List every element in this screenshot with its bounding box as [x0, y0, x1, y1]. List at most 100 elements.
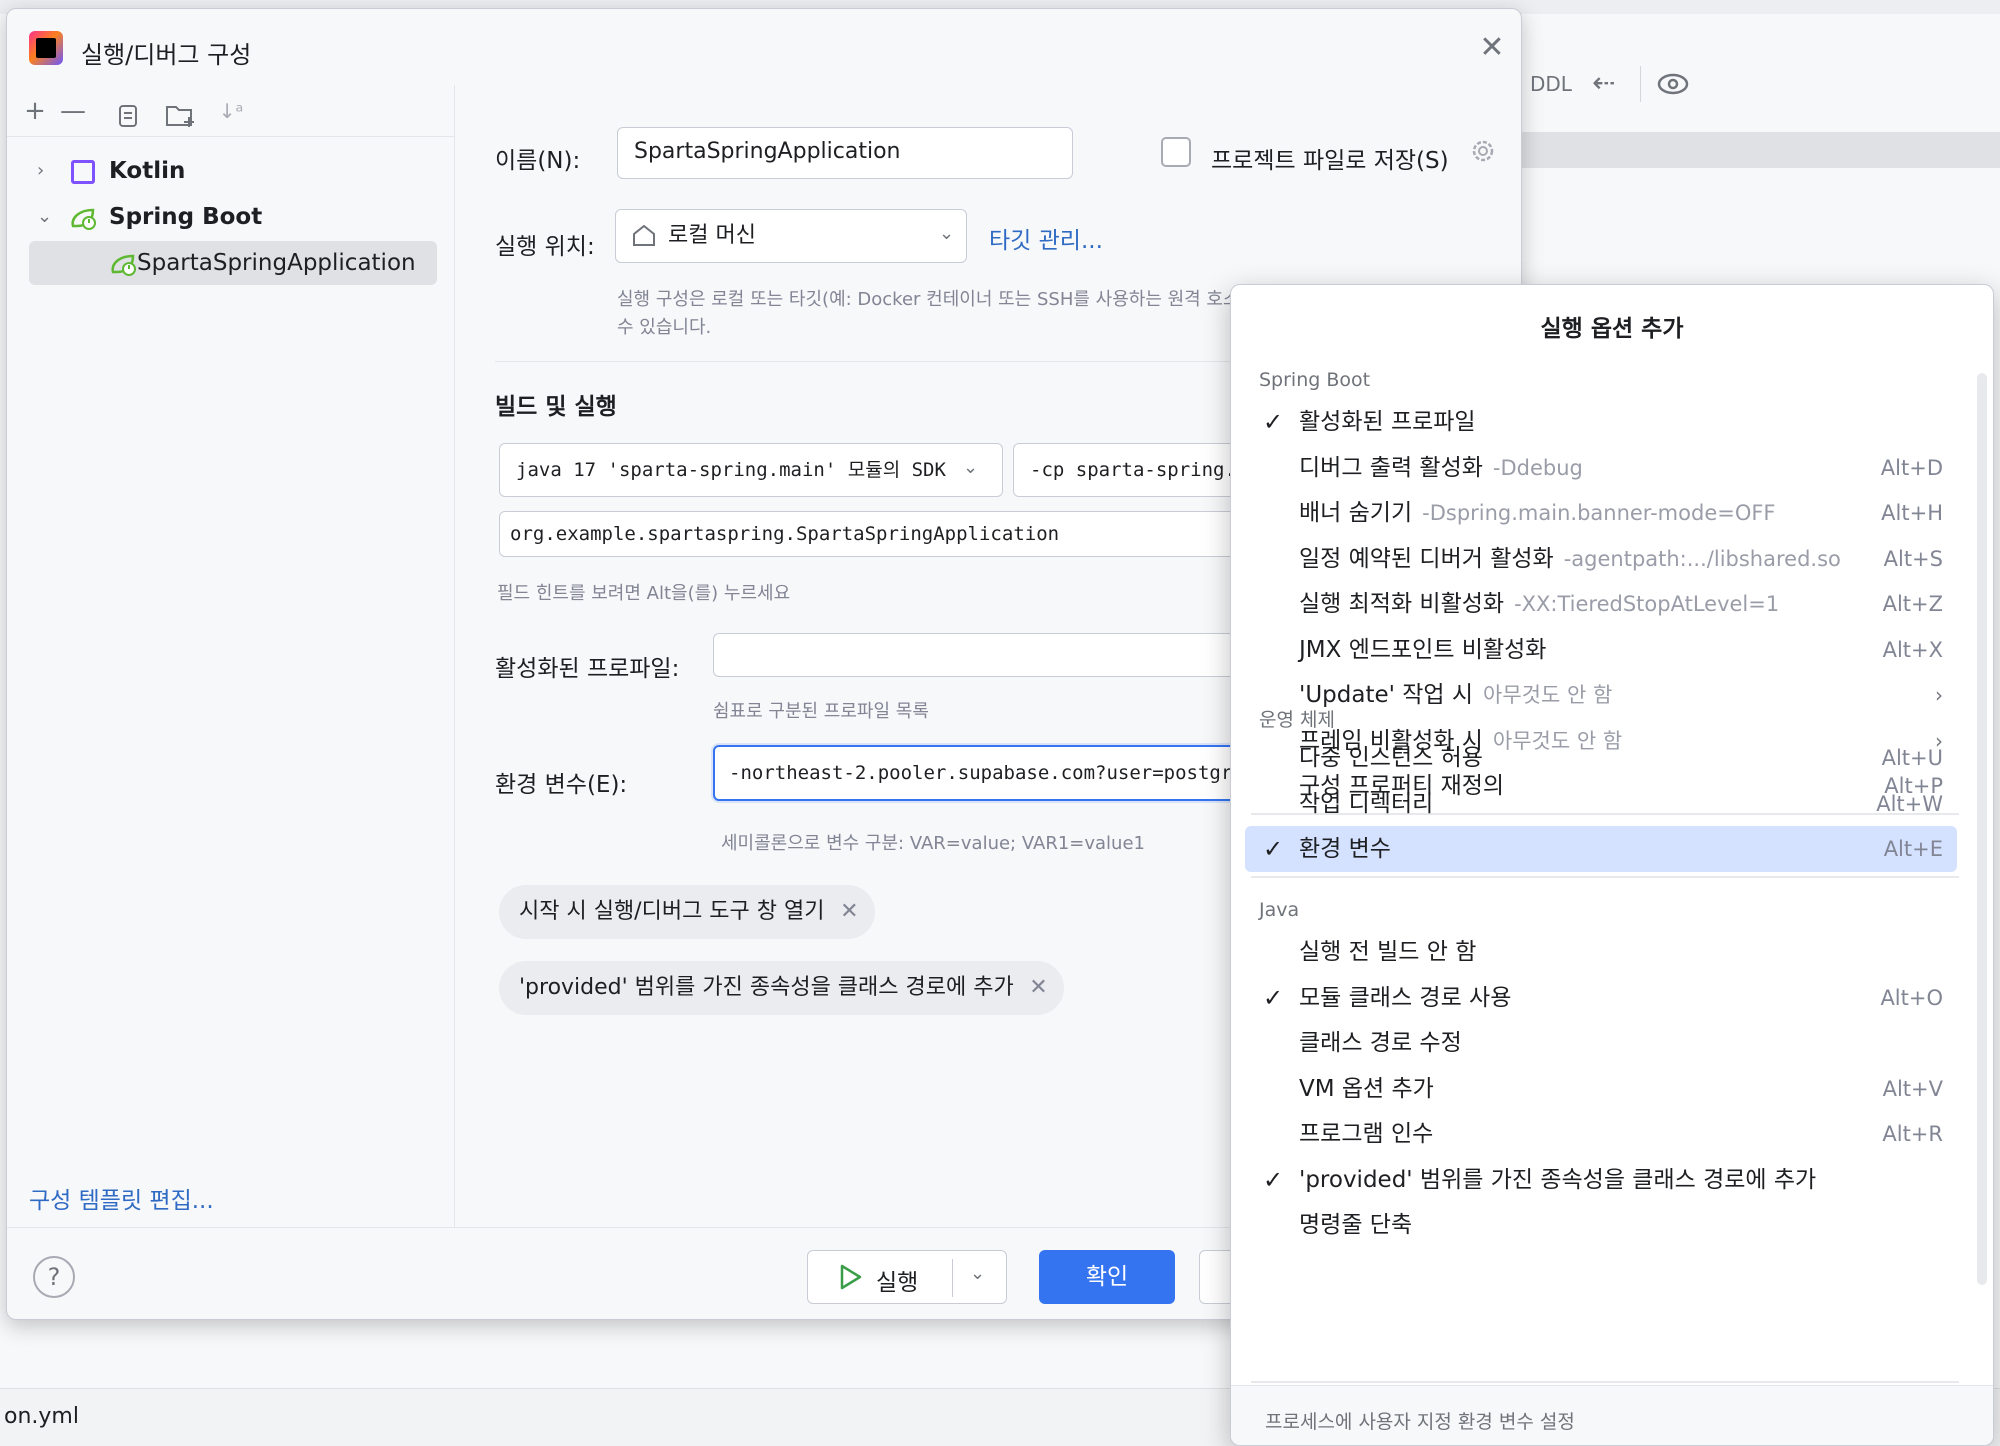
chip-open-tool-window: 시작 시 실행/디버그 도구 창 열기 ✕ — [499, 885, 875, 939]
popup-option-label: 클래스 경로 수정 — [1299, 1030, 1462, 1056]
chip-provided-scope: 'provided' 범위를 가진 종속성을 클래스 경로에 추가 ✕ — [499, 961, 1064, 1015]
name-input[interactable]: SpartaSpringApplication — [617, 127, 1073, 179]
close-icon[interactable]: ✕ — [1477, 33, 1507, 63]
close-icon[interactable]: ✕ — [840, 885, 858, 939]
new-folder-icon[interactable] — [165, 101, 197, 129]
popup-title: 실행 옵션 추가 — [1540, 316, 1684, 342]
chevron-right-icon: › — [1935, 683, 1943, 707]
popup-option-description: -XX:TieredStopAtLevel=1 — [1514, 592, 1780, 616]
config-tree-panel: + — ↓ᵃ › Kotlin ⌄ Spring Boot SpartaSpri… — [7, 85, 455, 1227]
ddl-button[interactable]: DDL — [1530, 72, 1572, 96]
env-vars-label: 환경 변수(E): — [495, 772, 628, 798]
checkmark-icon: ✓ — [1263, 983, 1284, 1012]
gear-icon[interactable] — [1469, 137, 1497, 165]
popup-option-name: 실행 최적화 비활성화 -XX:TieredStopAtLevel=1 — [1299, 581, 1779, 627]
run-button-label: 실행 — [876, 1270, 919, 1296]
run-button[interactable]: 실행 ⌄ — [807, 1250, 1007, 1304]
popup-option[interactable]: 클래스 경로 수정 — [1245, 1020, 1957, 1066]
kotlin-icon — [71, 160, 95, 184]
popup-option[interactable]: 명령줄 단축 — [1245, 1202, 1957, 1248]
popup-option-shortcut: Alt+V — [1882, 1076, 1943, 1101]
popup-option-name: JMX 엔드포인트 비활성화 — [1299, 627, 1546, 673]
tree-item-spring-boot[interactable]: ⌄ Spring Boot — [29, 195, 437, 239]
tree-item-sparta-spring-application[interactable]: SpartaSpringApplication — [29, 241, 437, 285]
popup-option[interactable]: 실행 전 빌드 안 함 — [1245, 929, 1957, 975]
popup-option-description: -agentpath:.../libshared.so — [1563, 546, 1841, 571]
popup-option-name: 배너 숨기기 -Dspring.main.banner-mode=OFF — [1299, 490, 1776, 536]
popup-option[interactable]: 다중 인스턴스 허용 Alt+U — [1245, 735, 1957, 781]
chevron-down-icon[interactable]: ⌄ — [939, 223, 954, 244]
popup-option[interactable]: ✓ 모듈 클래스 경로 사용 Alt+O — [1245, 975, 1957, 1021]
tree-item-kotlin[interactable]: › Kotlin — [29, 149, 437, 193]
popup-group-header: Spring Boot — [1259, 369, 1371, 391]
status-file-name[interactable]: on.yml — [4, 1404, 79, 1429]
eye-icon[interactable] — [1656, 70, 1690, 98]
chevron-down-icon[interactable]: ⌄ — [963, 457, 978, 478]
save-project-file-label: 프로젝트 파일로 저장(S) — [1211, 148, 1449, 174]
tree-item-label: Kotlin — [109, 158, 186, 184]
sort-icon[interactable]: ↓ᵃ — [215, 95, 247, 127]
popup-option-shortcut: Alt+R — [1882, 1122, 1943, 1146]
add-run-options-popup: 실행 옵션 추가 Spring Boot ✓ 활성화된 프로파일 디버그 출력 활성화… — [1230, 284, 1994, 1446]
ok-button[interactable]: 확인 — [1039, 1250, 1175, 1304]
popup-option-shortcut: Alt+Z — [1882, 592, 1943, 616]
popup-option-label: 환경 변수 — [1299, 836, 1391, 862]
popup-option[interactable]: 'Update' 작업 시 아무것도 안 함 › — [1245, 672, 1957, 718]
popup-option[interactable]: 실행 최적화 비활성화 -XX:TieredStopAtLevel=1 Alt+Z — [1245, 581, 1957, 627]
popup-option-name: 프로그램 인수 — [1299, 1111, 1433, 1157]
popup-option-description: -Dspring.main.banner-mode=OFF — [1422, 501, 1776, 525]
sdk-select[interactable]: java 17 'sparta-spring.main' 모듈의 SDK — [499, 443, 1003, 497]
popup-option[interactable]: VM 옵션 추가 Alt+V — [1245, 1066, 1957, 1112]
spring-boot-icon — [71, 208, 96, 230]
edit-templates-link[interactable]: 구성 템플릿 편집... — [29, 1181, 214, 1215]
popup-option-label: 다중 인스턴스 허용 — [1299, 745, 1483, 771]
ide-editor-row — [1522, 132, 2000, 168]
checkmark-icon: ✓ — [1263, 835, 1284, 863]
popup-option[interactable]: ✓ 환경 변수 Alt+E — [1245, 826, 1957, 872]
popup-option-name: 클래스 경로 수정 — [1299, 1020, 1462, 1066]
popup-option[interactable]: ✓ 활성화된 프로파일 — [1245, 399, 1957, 445]
popup-option[interactable]: JMX 엔드포인트 비활성화 Alt+X — [1245, 627, 1957, 673]
manage-targets-link[interactable]: 타깃 관리... — [989, 221, 1103, 255]
chevron-right-icon[interactable]: › — [37, 149, 44, 193]
save-project-file-checkbox[interactable] — [1161, 137, 1191, 167]
dialog-title: 실행/디버그 구성 — [81, 41, 252, 69]
run-on-select[interactable]: 로컬 머신 — [615, 209, 967, 263]
checkmark-icon: ✓ — [1263, 408, 1284, 436]
popup-option-label: 배너 숨기기 — [1299, 500, 1413, 526]
chevron-down-icon[interactable]: ⌄ — [970, 1263, 985, 1284]
run-on-hint-line2: 수 있습니다. — [617, 317, 712, 338]
popup-scrollbar[interactable] — [1977, 373, 1987, 1285]
remove-icon[interactable]: — — [57, 95, 89, 127]
popup-option-name: 일정 예약된 디버거 활성화 -agentpath:.../libshared.s… — [1299, 536, 1841, 582]
popup-option-label: 일정 예약된 디버거 활성화 — [1299, 545, 1554, 572]
chevron-down-icon[interactable]: ⌄ — [37, 195, 52, 239]
popup-option[interactable]: ✓ 'provided' 범위를 가진 종속성을 클래스 경로에 추가 — [1245, 1157, 1957, 1203]
popup-option-name: 실행 전 빌드 안 함 — [1299, 929, 1476, 975]
popup-option[interactable]: 디버그 출력 활성화 -Ddebug Alt+D — [1245, 445, 1957, 491]
env-vars-hint: 세미콜론으로 변수 구분: VAR=value; VAR1=value1 — [721, 833, 1145, 854]
popup-option[interactable]: 프로그램 인수 Alt+R — [1245, 1111, 1957, 1157]
popup-option-shortcut: Alt+E — [1883, 837, 1943, 861]
popup-option-label: 작업 디렉터리 — [1299, 790, 1434, 817]
popup-option-name: 'provided' 범위를 가진 종속성을 클래스 경로에 추가 — [1299, 1157, 1816, 1203]
popup-option-name: 'Update' 작업 시 아무것도 안 함 — [1299, 672, 1612, 718]
close-icon[interactable]: ✕ — [1029, 961, 1047, 1015]
popup-option[interactable]: 배너 숨기기 -Dspring.main.banner-mode=OFF Alt+H — [1245, 490, 1957, 536]
build-run-title: 빌드 및 실행 — [495, 394, 617, 420]
tree-toolbar: + — ↓ᵃ — [7, 85, 455, 137]
help-button[interactable]: ? — [33, 1256, 75, 1298]
popup-option-name: 명령줄 단축 — [1299, 1202, 1412, 1248]
popup-option-name: 디버그 출력 활성화 -Ddebug — [1299, 445, 1583, 491]
popup-group-header: Java — [1259, 899, 1300, 921]
compare-icon[interactable]: ⇠ — [1592, 66, 1615, 99]
home-icon — [633, 224, 655, 246]
popup-option-label: 명령줄 단축 — [1299, 1212, 1413, 1238]
copy-icon[interactable] — [117, 103, 141, 129]
popup-option[interactable]: 일정 예약된 디버거 활성화 -agentpath:.../libshared.s… — [1245, 536, 1957, 582]
popup-option-name: 활성화된 프로파일 — [1299, 399, 1476, 445]
popup-group-divider — [1251, 1381, 1959, 1383]
field-hint: 필드 힌트를 보려면 Alt을(를) 누르세요 — [497, 583, 791, 604]
popup-option[interactable]: 작업 디렉터리 Alt+W — [1245, 781, 1957, 827]
add-icon[interactable]: + — [19, 95, 51, 127]
